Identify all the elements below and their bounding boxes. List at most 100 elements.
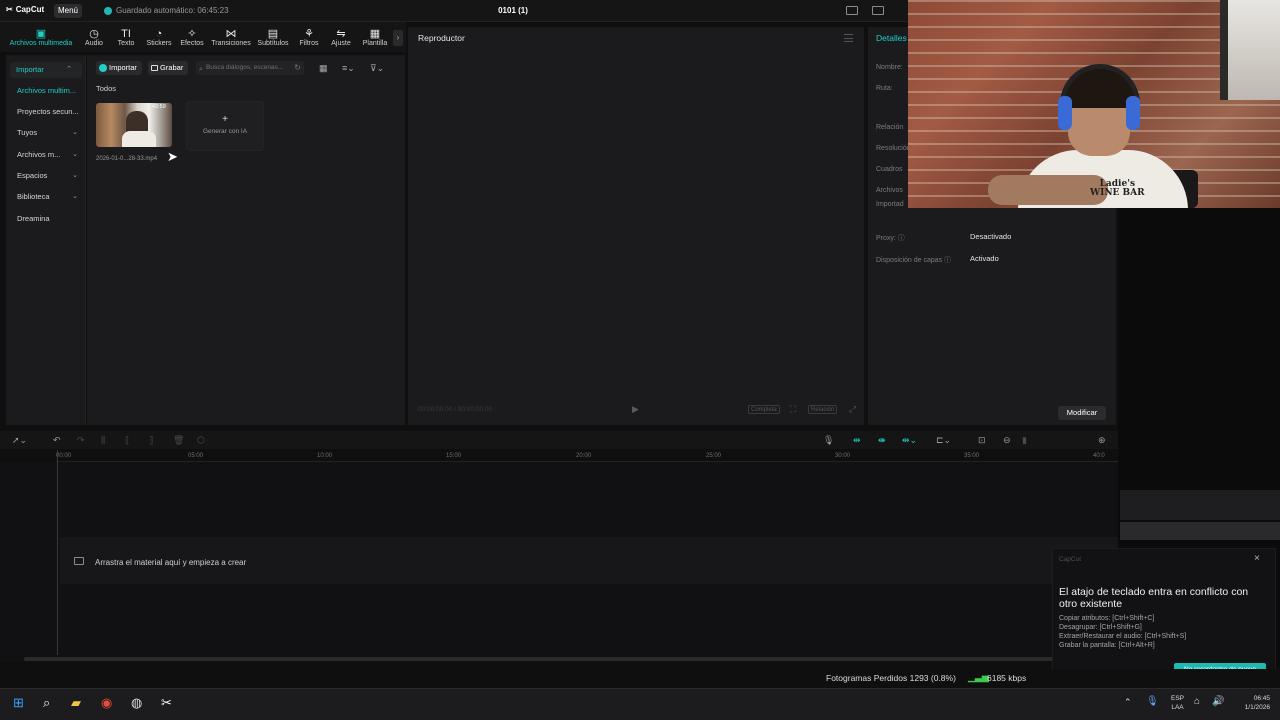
record-button[interactable]: Grabar <box>148 61 188 75</box>
sidebar-item-media-archive[interactable]: Archivos m... ⌄ <box>16 147 88 163</box>
windows-taskbar <box>0 688 1280 720</box>
zoom-slider[interactable]: ▮ <box>1022 435 1027 446</box>
tab-filters[interactable]: ⚘ Filtros <box>292 28 326 47</box>
webcam-overlay: Ladie's WINE BAR <box>908 0 1280 208</box>
tab-text[interactable]: TI Texto <box>109 28 143 47</box>
generate-ai-card[interactable]: + <box>186 101 264 151</box>
tab-adjust[interactable]: ⇋ Ajuste <box>324 28 358 47</box>
chevron-down-icon: ⌄ <box>72 151 78 158</box>
lang-line: LAA <box>1171 704 1184 711</box>
media-icon: ▣ <box>35 28 47 40</box>
tray-microphone-icon[interactable]: 🎙 <box>1146 696 1159 707</box>
grid-view-icon[interactable]: ▦ <box>319 63 328 74</box>
clip-name: 2026-01-0...28-33.mp4 <box>96 156 158 162</box>
zoom-out-icon[interactable]: ⊖ <box>1003 435 1011 446</box>
info-icon[interactable]: ⓘ <box>898 235 905 242</box>
language-indicator[interactable]: ESP LAA <box>1171 694 1184 712</box>
tab-stickers[interactable]: ◔ Stickers <box>142 28 176 47</box>
play-button[interactable]: ▶ <box>632 404 639 415</box>
zoom-in-icon[interactable]: ⊕ <box>1098 435 1106 446</box>
linkage-icon[interactable]: ⇹⌄ <box>902 435 917 446</box>
menu-button[interactable]: Menú <box>54 4 82 18</box>
fit-button[interactable]: Completa <box>748 405 780 414</box>
filter-all-label[interactable]: Todos <box>96 84 116 93</box>
refresh-icon[interactable]: ↻ <box>294 61 301 75</box>
detail-imported-label: Importad <box>876 201 904 208</box>
redo-icon[interactable]: ↷ <box>77 435 85 446</box>
microphone-icon[interactable]: 🎙 <box>823 435 834 446</box>
sidebar-item-spaces[interactable]: Espacios ⌄ <box>16 168 88 184</box>
close-icon[interactable]: × <box>1254 553 1260 564</box>
ruler-tick: 40:0 <box>1093 453 1105 459</box>
detail-proxy-value: Desactivado <box>970 232 1012 241</box>
layers-label-text: Disposición de capas <box>876 257 943 264</box>
capcut-taskbar-icon[interactable]: ✂ <box>161 695 172 711</box>
adjust-icon: ⇋ <box>336 28 346 40</box>
webcam-window <box>1220 0 1280 100</box>
clock-time: 06:45 <box>1253 695 1270 702</box>
tab-label: Efectos <box>180 40 204 47</box>
detail-layers-value: Activado <box>970 254 999 263</box>
toolbar-scroll-right-button[interactable]: › <box>393 30 403 46</box>
preview-axis-icon[interactable]: ⊏⌄ <box>936 435 951 446</box>
undo-icon[interactable]: ↶ <box>53 435 61 446</box>
playhead[interactable] <box>57 450 58 655</box>
player-menu-icon[interactable] <box>844 34 853 42</box>
detail-files-label: Archivos <box>876 187 903 194</box>
auto-snap-icon[interactable]: ⇼ <box>878 435 886 446</box>
timeline-scrollbar[interactable] <box>24 657 1064 661</box>
sort-icon[interactable]: ≡⌄ <box>342 63 355 74</box>
import-button[interactable]: Importar <box>96 61 142 75</box>
split-icon[interactable]: ⫼ <box>101 435 105 446</box>
sidebar-item-import[interactable]: Importar ⌃ <box>10 62 82 78</box>
split-right-icon[interactable]: ⟧ <box>149 435 153 446</box>
player-title: Reproductor <box>418 33 465 43</box>
tab-label: Stickers <box>146 40 172 47</box>
delete-icon[interactable]: 🗑 <box>173 435 184 446</box>
sidebar-item-yours[interactable]: Tuyos ⌄ <box>16 125 88 141</box>
volume-icon[interactable]: 🔊 <box>1212 696 1224 707</box>
split-left-icon[interactable]: ⟦ <box>125 435 129 446</box>
file-explorer-icon[interactable]: ▰ <box>71 695 81 711</box>
project-title[interactable]: 0101 (1) <box>480 6 546 15</box>
select-tool-icon[interactable]: ➚⌄ <box>12 435 27 446</box>
audio-icon: ◷ <box>89 28 99 40</box>
network-icon[interactable]: ⌂ <box>1194 696 1200 707</box>
caption-icon[interactable]: ⊡ <box>978 435 986 446</box>
modify-button[interactable]: Modificar <box>1058 406 1106 420</box>
ratio-button[interactable]: Relación <box>808 405 838 414</box>
tab-subtitles[interactable]: ▤ Subtítulos <box>256 28 290 47</box>
crop-icon[interactable]: ⛶ <box>790 404 796 415</box>
drop-hint: Arrastra el material aquí y empieza a cr… <box>95 558 247 567</box>
tab-effects[interactable]: ✧ Efectos <box>175 28 209 47</box>
transitions-icon: ⋈ <box>225 28 237 40</box>
shortcuts-icon[interactable] <box>872 6 884 15</box>
search-input[interactable]: ⌕ Busca diálogos, escenas... ↻ <box>196 61 304 75</box>
obs-icon[interactable]: ◍ <box>131 695 142 711</box>
windows-start-icon[interactable]: ⊞ <box>13 695 24 711</box>
dropped-frames: Fotogramas Perdidos 1293 (0.8%) <box>826 673 956 683</box>
chrome-icon[interactable]: ◉ <box>101 695 112 711</box>
tab-audio[interactable]: ◷ Audio <box>77 28 111 47</box>
fullscreen-icon[interactable]: ⤢ <box>849 404 856 415</box>
ruler-tick: 30:00 <box>835 453 851 459</box>
search-icon[interactable]: ⌕ <box>43 695 50 711</box>
headphones-right <box>1126 96 1140 130</box>
marker-icon[interactable]: ⬡ <box>197 435 205 446</box>
tab-label: Archivos multimedia <box>9 40 73 47</box>
toast-line: Copiar atributos: [Ctrl+Shift+C] <box>1059 615 1155 622</box>
main-track-magnet-icon[interactable]: ⇹ <box>853 435 861 446</box>
sidebar-item-dreamina[interactable]: Dreamina <box>16 211 88 227</box>
tab-media[interactable]: ▣ Archivos multimedia <box>8 28 74 47</box>
tab-templates[interactable]: ▦ Plantilla <box>358 28 392 47</box>
tray-chevron-up-icon[interactable]: ⌃ <box>1124 697 1132 708</box>
detail-name-label: Nombre: <box>876 64 903 71</box>
info-icon[interactable]: ⓘ <box>944 257 951 264</box>
sidebar-item-secondary-projects[interactable]: Proyectos secun... <box>16 104 88 120</box>
sidebar-item-media-files[interactable]: Archivos multim... <box>16 83 88 99</box>
tab-transitions[interactable]: ⋈ Transiciones <box>209 28 253 47</box>
filter-icon[interactable]: ⊽⌄ <box>370 63 384 74</box>
clock[interactable]: 06:45 1/1/2026 <box>1232 694 1270 712</box>
layout-icon[interactable] <box>846 6 858 15</box>
sidebar-item-library[interactable]: Biblioteca ⌄ <box>16 189 88 205</box>
